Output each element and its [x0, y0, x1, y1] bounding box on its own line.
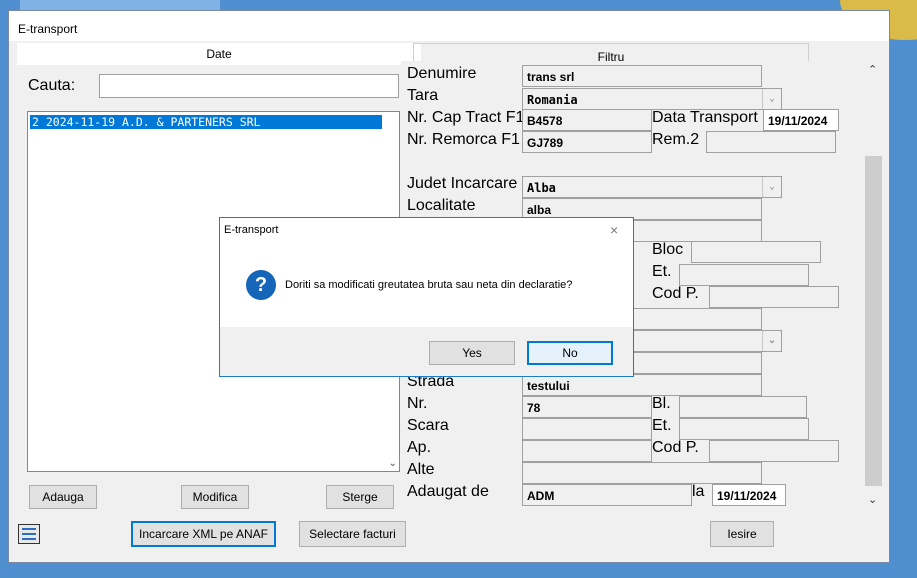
codp1-label: Cod P. — [652, 285, 699, 302]
bl-field[interactable] — [679, 396, 807, 418]
cap-tract-label: Nr. Cap Tract F1 — [407, 109, 525, 126]
ap-label: Ap. — [407, 439, 432, 456]
codp2-label: Cod P. — [652, 439, 699, 456]
adaugat-field[interactable]: ADM — [522, 484, 692, 506]
et1-label: Et. — [652, 263, 672, 280]
judet-select[interactable]: Alba ⌄ — [522, 176, 782, 198]
alte-label: Alte — [407, 461, 435, 478]
no-button[interactable]: No — [527, 341, 613, 365]
codp2-field[interactable] — [709, 440, 839, 462]
list-item[interactable]: 2 2024-11-19 A.D. & PARTENERS SRL — [30, 115, 382, 129]
adaugat-label: Adaugat de — [407, 483, 489, 500]
title-bar: E-transport — [9, 11, 889, 41]
chevron-down-icon[interactable]: ⌄ — [762, 331, 781, 351]
delete-button[interactable]: Sterge — [326, 485, 394, 509]
form-scrollbar[interactable]: ⌃ ⌄ — [865, 61, 882, 506]
dialog-title: E-transport — [224, 224, 279, 236]
remorca-field[interactable]: GJ789 — [522, 131, 652, 153]
add-button[interactable]: Adauga — [29, 485, 97, 509]
upload-xml-button[interactable]: Incarcare XML pe ANAF — [131, 521, 276, 547]
data-transport-field[interactable]: 19/11/2024 — [763, 109, 839, 131]
yes-button[interactable]: Yes — [429, 341, 515, 365]
remorca-label: Nr. Remorca F1 — [407, 131, 520, 148]
chevron-down-icon[interactable]: ⌄ — [762, 89, 781, 109]
nr-field[interactable]: 78 — [522, 396, 652, 418]
la-field[interactable]: 19/11/2024 — [712, 484, 786, 506]
data-transport-label: Data Transport — [652, 109, 758, 126]
tara-select[interactable]: Romania ⌄ — [522, 88, 782, 110]
bl-label: Bl. — [652, 395, 671, 412]
question-icon: ? — [246, 270, 276, 300]
modify-button[interactable]: Modifica — [181, 485, 249, 509]
close-icon[interactable]: × — [610, 222, 618, 238]
rem2-field[interactable] — [706, 131, 836, 153]
tab-date[interactable]: Date — [17, 43, 421, 65]
app-icon[interactable] — [18, 524, 40, 544]
scroll-thumb[interactable] — [865, 156, 882, 486]
scara-field[interactable] — [522, 418, 652, 440]
dialog-message: Doriti sa modificati greutatea bruta sau… — [285, 279, 573, 291]
denumire-label: Denumire — [407, 65, 477, 82]
window-title: E-transport — [18, 22, 78, 36]
bloc-field[interactable] — [691, 241, 821, 263]
strada-field[interactable]: testului — [522, 374, 762, 396]
scroll-down-icon[interactable]: ⌄ — [389, 458, 397, 469]
search-input[interactable] — [99, 74, 399, 98]
tara-label: Tara — [407, 87, 439, 104]
exit-button[interactable]: Iesire — [710, 521, 774, 547]
scroll-down-icon[interactable]: ⌄ — [868, 493, 877, 506]
la-label: la — [692, 483, 705, 500]
codp1-field[interactable] — [709, 286, 839, 308]
et1-field[interactable] — [679, 264, 809, 286]
nr-label: Nr. — [407, 395, 428, 412]
localitate-label: Localitate — [407, 197, 476, 214]
ap-field[interactable] — [522, 440, 652, 462]
et2-field[interactable] — [679, 418, 809, 440]
bloc-label: Bloc — [652, 241, 684, 258]
dialog-footer: Yes No — [220, 327, 633, 376]
cap-tract-field[interactable]: B4578 — [522, 109, 652, 131]
judet-label: Judet Incarcare — [407, 175, 518, 192]
alte-field[interactable] — [522, 462, 762, 484]
et2-label: Et. — [652, 417, 672, 434]
select-invoices-button[interactable]: Selectare facturi — [299, 521, 406, 547]
scroll-up-icon[interactable]: ⌃ — [868, 63, 877, 76]
denumire-field[interactable]: trans srl — [522, 65, 762, 87]
rem2-label: Rem.2 — [652, 131, 700, 148]
scara-label: Scara — [407, 417, 449, 434]
chevron-down-icon[interactable]: ⌄ — [762, 177, 781, 197]
search-label: Cauta: — [28, 77, 76, 94]
tab-date-label: Date — [206, 47, 232, 61]
confirm-dialog: E-transport × ? Doriti sa modificati gre… — [219, 217, 634, 377]
